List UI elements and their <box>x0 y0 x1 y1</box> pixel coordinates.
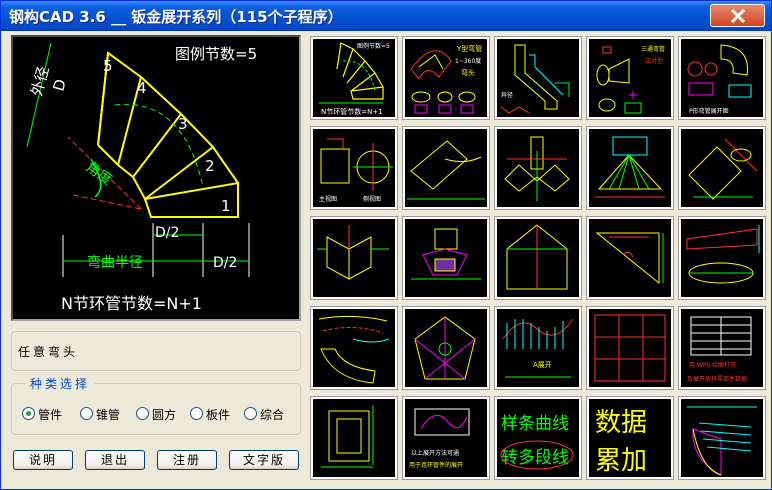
thumbnail-reducer-offset[interactable]: 异径 <box>494 36 582 120</box>
thumb-r4c5-mid: 用 WPS 绘图打开 <box>689 361 736 369</box>
segment-number-3: 3 <box>178 115 188 133</box>
radio-indicator[interactable] <box>136 407 149 420</box>
thumb-r2c1-right: 侧视图 <box>363 195 381 203</box>
thumb-r1c4-mid: 正对型 <box>645 57 663 65</box>
close-icon <box>730 9 746 23</box>
thumb-r5c3-line1: 样条曲线 <box>501 414 569 434</box>
thumbnail-skewed-plate[interactable] <box>678 216 766 300</box>
radio-indicator[interactable] <box>22 407 35 420</box>
category-groupbox: 种类选择 管件 锥管 圆方 板件 综合 <box>11 375 301 435</box>
segment-number-5: 5 <box>103 57 113 75</box>
window-title: 钢构CAD 3.6 __ 钣金展开系列（115个子程序） <box>9 8 343 26</box>
thumbnail-y-branch-elbow[interactable]: Y型弯管 1~360度 弯头 <box>402 36 490 120</box>
thumbnail-data-table[interactable]: 用 WPS 绘图打开 及展开放样零部件数据 <box>678 306 766 390</box>
thumb-r5c2-line1: 以上展开方法可通 <box>411 449 459 457</box>
thumbnail-star-transition[interactable] <box>402 306 490 390</box>
thumb-r1c5-foot: P形弯管展开图 <box>689 107 729 115</box>
radio-label: 圆方 <box>152 408 177 422</box>
thumbnail-continuous-pipe[interactable]: 以上展开方法可通 用于连环管件的展开 <box>402 396 490 480</box>
outer-diameter-label: 外径 <box>27 64 52 98</box>
thumbnail-p-shape-bend[interactable]: P形弯管展开图 <box>678 36 766 120</box>
thumb-r4c3-label: A展开 <box>533 361 552 369</box>
thumb-r5c4-line1: 数据 <box>595 408 647 438</box>
main-window: 钢构CAD 3.6 __ 钣金展开系列（115个子程序） 角度 1 2 3 4 … <box>0 0 772 490</box>
thumb-r2c1-left: 主视图 <box>319 195 337 203</box>
close-button[interactable] <box>710 4 765 27</box>
radio-label: 板件 <box>206 408 231 422</box>
selected-item-panel: 任意弯头 <box>11 331 301 371</box>
thumb-r1c2-bot: 弯头 <box>461 68 475 77</box>
segment-number-2: 2 <box>205 157 215 175</box>
thumb-r4c5-foot: 及展开放样零部件数据 <box>687 375 747 383</box>
legend-count-text: 图例节数=5 <box>175 45 257 63</box>
register-button[interactable]: 注册 <box>157 450 217 470</box>
thumb-r1c1-foot: N节环管节数=N+1 <box>321 107 383 116</box>
radio-indicator[interactable] <box>244 407 257 420</box>
thumbnail-tee-elbow[interactable]: 三通弯管 正对型 <box>586 36 674 120</box>
thumb-r5c4-line2: 累加 <box>595 446 647 476</box>
thumbnail-elbow-segments[interactable]: 图例节数=5 N节环管节数=N+1 <box>310 36 398 120</box>
thumbnail-cylinder-intersect[interactable]: 主视图 侧视图 <box>310 126 398 210</box>
thumbnail-three-way-branch[interactable] <box>310 216 398 300</box>
radio-indicator[interactable] <box>80 407 93 420</box>
selected-item-text: 任意弯头 <box>18 345 79 359</box>
exit-button[interactable]: 退出 <box>85 450 145 470</box>
thumbnail-developed-curve[interactable]: A展开 <box>494 306 582 390</box>
preview-footer-text: N节环管节数=N+1 <box>61 294 202 313</box>
thumb-r1c2-mid: 1~360度 <box>455 57 481 65</box>
thumbnail-spiral-bend[interactable] <box>310 306 398 390</box>
angle-label: 角度 <box>83 159 115 188</box>
half-d-label-1: D/2 <box>155 225 179 241</box>
thumbnail-cross-branch[interactable] <box>402 216 490 300</box>
thumb-r1c3-label: 异径 <box>501 91 513 99</box>
thumb-r1c2-top: Y型弯管 <box>456 44 482 53</box>
thumbnail-square-pipe[interactable] <box>310 396 398 480</box>
thumbnail-y-tee[interactable] <box>494 126 582 210</box>
thumbnail-arc-fan[interactable] <box>678 396 766 480</box>
text-version-button[interactable]: 文字版 <box>229 450 299 470</box>
thumb-r5c2-line2: 用于连环管件的展开 <box>409 461 463 469</box>
thumb-r1c1-title: 图例节数=5 <box>357 42 390 50</box>
segment-number-4: 4 <box>137 79 147 97</box>
outer-diameter-symbol: D <box>49 77 69 93</box>
title-bar[interactable]: 钢构CAD 3.6 __ 钣金展开系列（115个子程序） <box>1 1 771 31</box>
thumbnail-branch-pipe[interactable] <box>402 126 490 210</box>
radio-label: 综合 <box>260 408 285 422</box>
thumbnail-triangle-plate[interactable] <box>586 216 674 300</box>
bend-radius-label: 弯曲半径 <box>87 254 143 271</box>
thumbnail-data-accumulate[interactable]: 数据 累加 <box>586 396 674 480</box>
thumbnail-oblique-tee[interactable] <box>678 126 766 210</box>
preview-drawing: 角度 1 2 3 4 5 外径 D 图例节数=5 D/2 弯曲半径 D/2 N节… <box>11 35 301 321</box>
segment-number-1: 1 <box>221 197 231 215</box>
radio-label: 锥管 <box>96 408 121 422</box>
radio-label: 管件 <box>38 408 63 422</box>
thumbnail-spline-to-polyline[interactable]: 样条曲线 转多段线 <box>494 396 582 480</box>
radio-indicator[interactable] <box>190 407 203 420</box>
thumbnail-grid-plate[interactable] <box>586 306 674 390</box>
thumb-r1c4-top: 三通弯管 <box>641 45 665 53</box>
half-d-label-2: D/2 <box>213 255 237 271</box>
thumbnail-cone-fan[interactable] <box>586 126 674 210</box>
category-legend: 种类选择 <box>26 375 95 392</box>
help-button[interactable]: 说明 <box>13 450 73 470</box>
thumbnail-pentagon[interactable] <box>494 216 582 300</box>
